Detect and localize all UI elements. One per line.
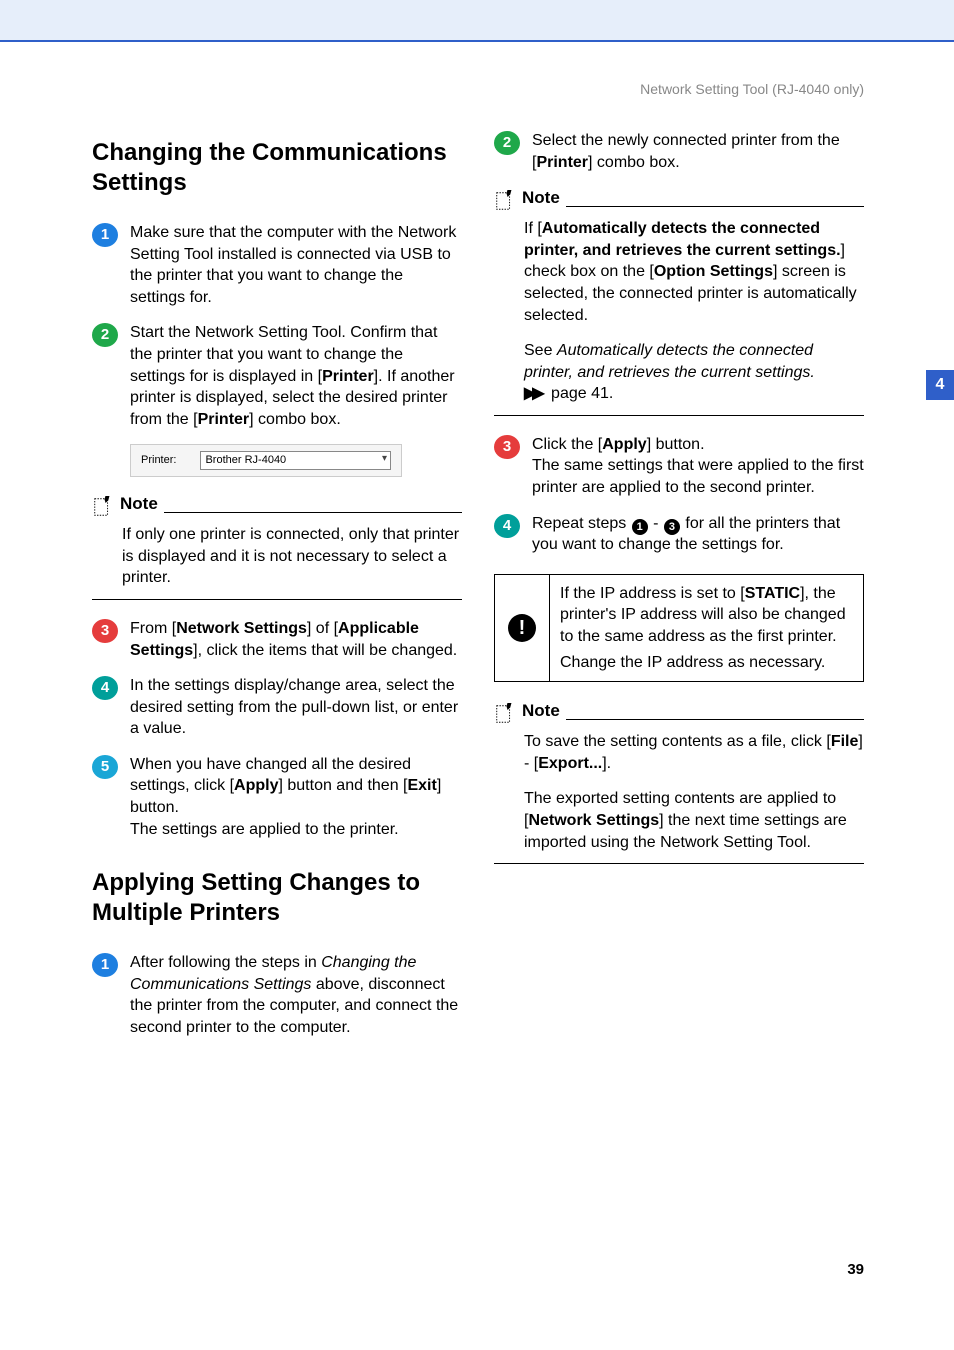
- page-number: 39: [847, 1260, 864, 1280]
- warning-icon: !: [508, 614, 536, 642]
- step-5-text: When you have changed all the desired se…: [130, 754, 462, 840]
- step-bullet-2: 2: [92, 323, 118, 347]
- note-label: Note: [522, 187, 560, 210]
- apply-step-3-text: Click the [Apply] button.The same settin…: [532, 434, 864, 499]
- step-bullet-4: 4: [92, 676, 118, 700]
- top-band: [0, 0, 954, 42]
- inline-ref-step1: 1: [632, 519, 648, 535]
- warning-box: ! If the IP address is set to [STATIC], …: [494, 574, 864, 682]
- note-label: Note: [522, 700, 560, 723]
- section-title-changing: Changing the Communications Settings: [92, 138, 462, 198]
- apply-step-bullet-4: 4: [494, 514, 520, 538]
- printer-select[interactable]: Brother RJ-4040: [200, 451, 391, 470]
- note-label: Note: [120, 493, 158, 516]
- running-header: Network Setting Tool (RJ-4040 only): [640, 80, 864, 99]
- printer-label: Printer:: [141, 453, 176, 468]
- note-r1-body: If [Automatically detects the connected …: [494, 218, 864, 405]
- printer-combo-illustration: Printer: Brother RJ-4040: [130, 444, 402, 477]
- apply-step-bullet-3: 3: [494, 435, 520, 459]
- step-3-text: From [Network Settings] of [Applicable S…: [130, 618, 462, 661]
- note-icon: [92, 496, 114, 516]
- apply-step-1-text: After following the steps in Changing th…: [130, 952, 462, 1038]
- note-icon: [494, 703, 516, 723]
- section-title-applying: Applying Setting Changes to Multiple Pri…: [92, 868, 462, 928]
- step-4-text: In the settings display/change area, sel…: [130, 675, 462, 740]
- inline-ref-step3: 3: [664, 519, 680, 535]
- apply-step-4-text: Repeat steps 1 - 3 for all the printers …: [532, 513, 864, 556]
- apply-step-bullet-2: 2: [494, 131, 520, 155]
- note-icon: [494, 190, 516, 210]
- apply-step-bullet-1: 1: [92, 953, 118, 977]
- apply-step-2-text: Select the newly connected printer from …: [532, 130, 864, 173]
- step-bullet-5: 5: [92, 755, 118, 779]
- note-r2-body: To save the setting contents as a file, …: [494, 731, 864, 853]
- step-2-text: Start the Network Setting Tool. Confirm …: [130, 322, 462, 430]
- step-1-text: Make sure that the computer with the Net…: [130, 222, 462, 308]
- step-bullet-1: 1: [92, 223, 118, 247]
- chapter-tab: 4: [926, 370, 954, 400]
- step-bullet-3: 3: [92, 619, 118, 643]
- note-1-body: If only one printer is connected, only t…: [92, 524, 462, 589]
